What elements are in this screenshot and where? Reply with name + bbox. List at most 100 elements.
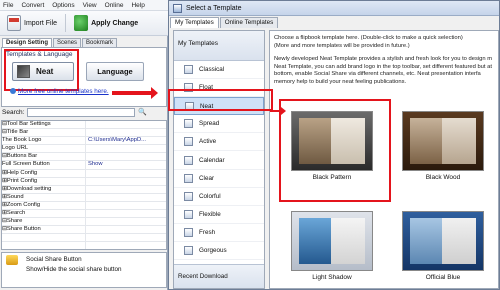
property-value xyxy=(86,145,166,152)
description-title: Social Share Button xyxy=(26,256,82,263)
template-item-label: Fresh xyxy=(199,228,216,236)
template-icon xyxy=(184,137,193,147)
template-thumb-black-wood[interactable]: Black Wood xyxy=(398,111,488,181)
template-item-classical[interactable]: Classical xyxy=(174,61,264,80)
template-icon xyxy=(184,227,193,237)
template-item-active[interactable]: Active xyxy=(174,133,264,152)
property-row[interactable]: ⊞Print Config xyxy=(2,177,166,186)
template-icon xyxy=(184,191,193,201)
property-value xyxy=(86,210,166,217)
property-key: ⊞Download setting xyxy=(2,185,86,193)
property-row[interactable] xyxy=(2,234,166,243)
template-icon xyxy=(184,65,193,75)
template-item-flexible[interactable]: Flexible xyxy=(174,206,264,224)
property-value xyxy=(86,234,166,241)
property-row[interactable] xyxy=(2,242,166,249)
template-item-colorful[interactable]: Colorful xyxy=(174,188,264,206)
property-key: Full Screen Button xyxy=(2,161,86,169)
property-value xyxy=(86,194,166,201)
property-key: ⊟Tool Bar Settings xyxy=(2,121,86,129)
property-value xyxy=(86,202,166,209)
menu-options[interactable]: Options xyxy=(52,2,74,9)
property-row[interactable]: The Book Logo C:\Users\Mary\AppD... xyxy=(2,137,166,146)
recent-download-button[interactable]: Recent Download xyxy=(174,264,264,288)
template-item-spread[interactable]: Spread xyxy=(174,115,264,134)
highlight-box-thumb xyxy=(279,99,391,202)
template-item-label: Classical xyxy=(199,66,225,74)
menu-help[interactable]: Help xyxy=(131,2,144,9)
template-item-label: Colorful xyxy=(199,192,221,200)
language-button[interactable]: Language xyxy=(86,62,144,81)
property-key xyxy=(2,234,86,242)
search-input[interactable] xyxy=(27,107,136,117)
property-key xyxy=(2,242,86,249)
property-row[interactable]: ⊞Help Config xyxy=(2,169,166,178)
dialog-title: Select a Template xyxy=(186,4,242,12)
template-icon xyxy=(184,119,193,129)
menu-online[interactable]: Online xyxy=(105,2,124,9)
more-templates-link[interactable]: More free online templates here. xyxy=(18,88,109,95)
apply-change-button[interactable]: Apply Change xyxy=(70,13,142,33)
template-item-label: Calendar xyxy=(199,156,225,164)
intro-line-1: Choose a flipbook template here. (Double… xyxy=(274,35,463,41)
property-value xyxy=(86,153,166,160)
template-item-clear[interactable]: Clear xyxy=(174,170,264,188)
property-key: ⊟Title Bar xyxy=(2,129,86,137)
property-row[interactable]: ⊞Download setting xyxy=(2,185,166,194)
template-item-fresh[interactable]: Fresh xyxy=(174,224,264,242)
property-row[interactable]: Full Screen Button Show xyxy=(2,161,166,170)
template-icon xyxy=(184,173,193,183)
property-key: ⊞Zoom Config xyxy=(2,201,86,210)
template-thumb-light-shadow[interactable]: Light Shadow xyxy=(287,211,377,281)
property-value: Show xyxy=(88,161,103,168)
property-value xyxy=(86,170,166,177)
hint-icon xyxy=(6,255,18,265)
template-item-gorgeous[interactable]: Gorgeous xyxy=(174,242,264,261)
template-icon xyxy=(184,209,193,219)
import-file-button[interactable]: Import File xyxy=(3,13,61,33)
menu-convert[interactable]: Convert xyxy=(21,2,44,9)
menu-file[interactable]: File xyxy=(3,2,13,9)
template-icon xyxy=(184,155,193,165)
menu-bar: File Convert Options View Online Help xyxy=(0,0,168,11)
template-item-calendar[interactable]: Calendar xyxy=(174,151,264,170)
property-value xyxy=(86,218,166,225)
property-key: ⊟Share Button xyxy=(2,226,86,234)
template-list-header: My Templates xyxy=(174,31,264,61)
property-row[interactable]: ⊟Share Button xyxy=(2,226,166,235)
apply-icon xyxy=(74,15,89,31)
template-thumb-official-blue[interactable]: Official Blue xyxy=(398,211,488,281)
property-row[interactable]: ⊞Sound xyxy=(2,193,166,202)
template-item-label: Flexible xyxy=(199,210,221,218)
search-icon[interactable]: 🔍 xyxy=(138,108,147,116)
thumb-caption: Light Shadow xyxy=(312,274,352,281)
toolbar: Import File Apply Change xyxy=(0,11,168,36)
light-shadow-preview xyxy=(291,211,373,271)
template-item-label: Gorgeous xyxy=(199,246,227,254)
tab-my-templates[interactable]: My Templates xyxy=(170,17,219,28)
property-value xyxy=(86,242,166,249)
pdf-icon xyxy=(7,15,21,31)
dialog-tabs: My Templates Online Templates xyxy=(170,17,279,28)
menu-view[interactable]: View xyxy=(83,2,97,9)
property-value xyxy=(86,178,166,185)
property-value: C:\Users\Mary\AppD... xyxy=(88,137,146,144)
property-key: ⊞Sound xyxy=(2,193,86,201)
property-row[interactable]: ⊟Share xyxy=(2,218,166,227)
property-row[interactable]: ⊟Tool Bar Settings xyxy=(2,121,166,130)
property-value xyxy=(86,186,166,193)
property-row[interactable]: ⊟Title Bar xyxy=(2,129,166,138)
highlight-box xyxy=(4,49,79,91)
template-icon xyxy=(184,245,193,255)
property-row[interactable]: ⊞Search xyxy=(2,210,166,219)
property-grid: ⊟Tool Bar Settings ⊟Title Bar The Book L… xyxy=(1,120,167,250)
property-row[interactable]: ⊞Zoom Config xyxy=(2,201,166,211)
property-row[interactable]: ⊟Buttons Bar xyxy=(2,153,166,162)
property-key: ⊟Share xyxy=(2,218,86,226)
property-value xyxy=(86,121,166,128)
template-item-label: Active xyxy=(199,138,217,146)
tab-online-templates[interactable]: Online Templates xyxy=(219,17,279,28)
search-row: Search: 🔍 xyxy=(2,106,166,118)
thumb-caption: Black Wood xyxy=(425,174,461,181)
property-row[interactable]: Logo URL xyxy=(2,145,166,154)
